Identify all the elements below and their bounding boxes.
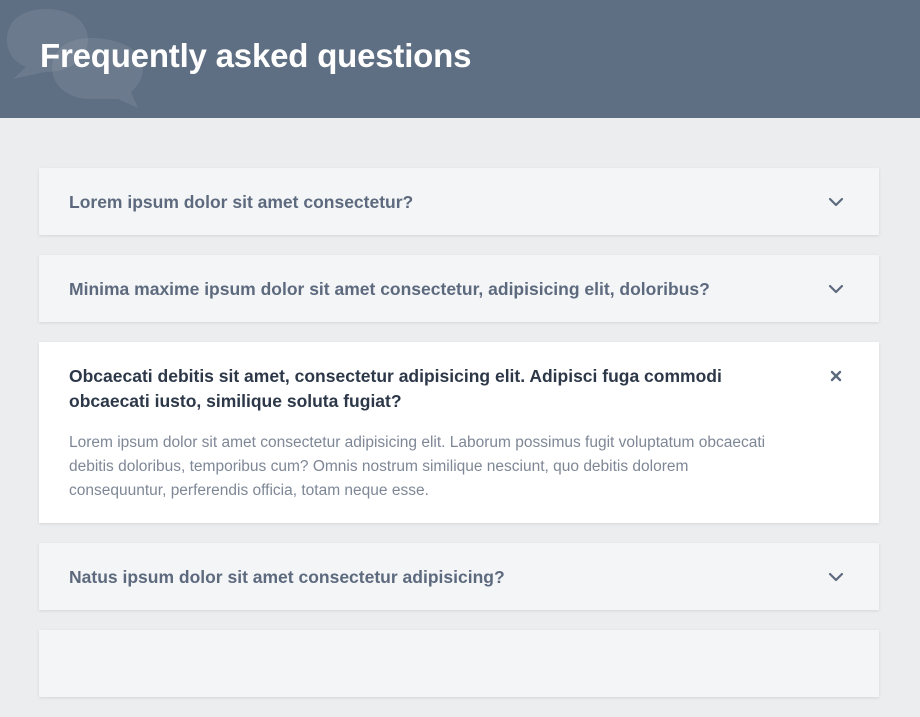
faq-question: Minima maxime ipsum dolor sit amet conse… [69, 279, 710, 299]
faq-answer: Lorem ipsum dolor sit amet consectetur a… [69, 434, 766, 499]
chevron-down-icon[interactable] [823, 190, 849, 214]
faq-question: Natus ipsum dolor sit amet consectetur a… [69, 567, 505, 587]
faq-list: Lorem ipsum dolor sit amet consectetur? … [39, 168, 879, 717]
page-title: Frequently asked questions [40, 37, 472, 74]
close-icon[interactable] [823, 364, 849, 388]
faq-item[interactable]: Minima maxime ipsum dolor sit amet conse… [39, 255, 879, 322]
faq-item[interactable]: Natus ipsum dolor sit amet consectetur a… [39, 543, 879, 610]
chevron-down-icon[interactable] [823, 277, 849, 301]
faq-question: Lorem ipsum dolor sit amet consectetur? [69, 192, 414, 212]
chevron-down-icon[interactable] [823, 565, 849, 589]
faq-item-expanded[interactable]: Obcaecati debitis sit amet, consectetur … [39, 342, 879, 523]
page-header: Frequently asked questions [0, 0, 920, 118]
faq-question: Obcaecati debitis sit amet, consectetur … [69, 366, 722, 411]
faq-item[interactable] [39, 630, 879, 697]
faq-item[interactable]: Lorem ipsum dolor sit amet consectetur? [39, 168, 879, 235]
